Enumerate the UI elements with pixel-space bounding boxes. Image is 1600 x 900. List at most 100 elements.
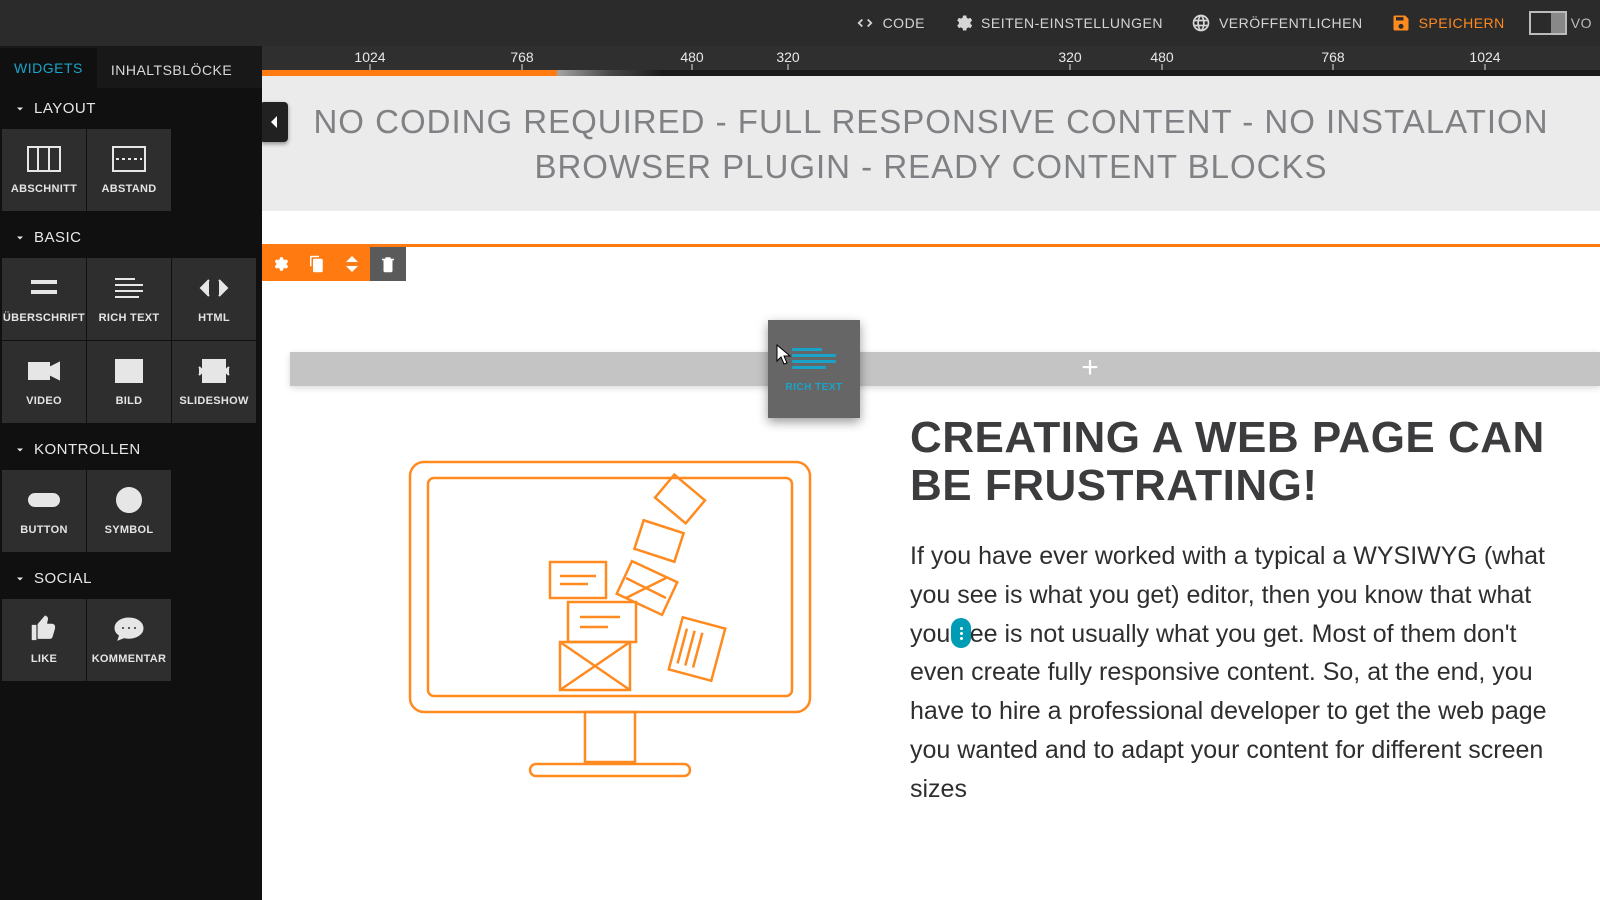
symbol-icon (112, 486, 146, 514)
selection-toolbar (262, 247, 406, 281)
chevron-down-icon (14, 573, 26, 585)
widget-comment[interactable]: KOMMENTAR (87, 599, 171, 681)
widget-section[interactable]: ABSCHNITT (2, 129, 86, 211)
widget-slideshow[interactable]: SLIDESHOW (172, 341, 256, 423)
chevron-down-icon (14, 232, 26, 244)
slideshow-icon (197, 357, 231, 385)
ruler-tick: 768 (1321, 49, 1344, 65)
ruler-tick: 320 (1058, 49, 1081, 65)
gear-icon (953, 13, 973, 33)
code-label: CODE (883, 15, 925, 31)
code-icon (855, 13, 875, 33)
copy-icon (307, 255, 325, 273)
ruler-tick: 1024 (354, 49, 385, 65)
drag-ghost-richtext: RICH TEXT (768, 320, 860, 418)
section-controls-header[interactable]: KONTROLLEN (0, 429, 262, 470)
widget-video[interactable]: VIDEO (2, 341, 86, 423)
section-layout-header[interactable]: LAYOUT (0, 88, 262, 129)
content-headline: CREATING A WEB PAGE CAN BE FRUSTRATING! (910, 414, 1552, 509)
hero-banner[interactable]: NO CODING REQUIRED - FULL RESPONSIVE CON… (262, 76, 1600, 211)
drag-ghost-label: RICH TEXT (785, 382, 842, 393)
delete-button[interactable] (370, 247, 406, 281)
trash-icon (379, 255, 397, 273)
hero-line-2: BROWSER PLUGIN - READY CONTENT BLOCKS (302, 145, 1560, 190)
publish-label: VERÖFFENTLICHEN (1219, 15, 1363, 31)
widget-heading[interactable]: ÜBERSCHRIFT (2, 258, 86, 340)
page-settings-button[interactable]: SEITEN-EINSTELLUNGEN (939, 0, 1177, 46)
publish-button[interactable]: VERÖFFENTLICHEN (1177, 0, 1377, 46)
save-label: SPEICHERN (1419, 15, 1505, 31)
image-icon (112, 357, 146, 385)
drop-zone[interactable]: + (290, 352, 1600, 386)
widget-label: ABSTAND (101, 183, 156, 195)
chevron-down-icon (14, 444, 26, 456)
section-layout-title: LAYOUT (34, 100, 96, 117)
column-resize-handle[interactable] (951, 618, 971, 648)
duplicate-button[interactable] (298, 247, 334, 281)
ruler-tick: 480 (680, 49, 703, 65)
canvas[interactable]: NO CODING REQUIRED - FULL RESPONSIVE CON… (262, 76, 1600, 900)
save-icon (1391, 13, 1411, 33)
widget-richtext[interactable]: RICH TEXT (87, 258, 171, 340)
content-row: CREATING A WEB PAGE CAN BE FRUSTRATING! … (290, 396, 1600, 808)
widget-spacer[interactable]: ABSTAND (87, 129, 171, 211)
section-social-title: SOCIAL (34, 570, 92, 587)
element-settings-button[interactable] (262, 247, 298, 281)
section-basic-header[interactable]: BASIC (0, 217, 262, 258)
chevron-left-icon (268, 114, 280, 130)
widget-label: SYMBOL (105, 524, 154, 536)
widget-label: VIDEO (26, 395, 62, 407)
video-icon (27, 357, 61, 385)
sidebar-tabs: WIDGETS INHALTSBLÖCKE (0, 46, 262, 88)
tab-content-blocks[interactable]: INHALTSBLÖCKE (97, 50, 246, 88)
collapse-sidebar-button[interactable] (262, 102, 288, 142)
button-icon (27, 486, 61, 514)
device-preview-toggle[interactable] (1529, 11, 1567, 35)
spacer-icon (112, 145, 146, 173)
widget-like[interactable]: LIKE (2, 599, 86, 681)
chevron-up-icon (346, 256, 358, 264)
ruler-tick: 480 (1150, 49, 1173, 65)
widget-label: KOMMENTAR (92, 653, 167, 665)
widget-label: RICH TEXT (99, 312, 160, 324)
topbar: CODE SEITEN-EINSTELLUNGEN VERÖFFENTLICHE… (0, 0, 1600, 46)
widget-label: HTML (198, 312, 230, 324)
content-paragraph: If you have ever worked with a typical a… (910, 537, 1552, 808)
columns-icon (27, 145, 61, 173)
richtext-icon (112, 274, 146, 302)
plus-icon: + (1075, 354, 1105, 384)
tab-widgets[interactable]: WIDGETS (0, 48, 97, 88)
section-social-header[interactable]: SOCIAL (0, 558, 262, 599)
comment-icon (112, 615, 146, 643)
save-button[interactable]: SPEICHERN (1377, 0, 1519, 46)
widget-button[interactable]: BUTTON (2, 470, 86, 552)
device-frame-icon (1529, 11, 1567, 35)
gear-icon (271, 255, 289, 273)
truncated-label: VO (1571, 15, 1592, 31)
globe-icon (1191, 13, 1211, 33)
selection-outline (262, 244, 1600, 247)
widget-html[interactable]: HTML (172, 258, 256, 340)
hero-line-1: NO CODING REQUIRED - FULL RESPONSIVE CON… (302, 100, 1560, 145)
widget-symbol[interactable]: SYMBOL (87, 470, 171, 552)
chevron-down-icon (346, 264, 358, 272)
code-button[interactable]: CODE (841, 0, 939, 46)
page-settings-label: SEITEN-EINSTELLUNGEN (981, 15, 1163, 31)
widget-label: LIKE (31, 653, 57, 665)
html-icon (197, 274, 231, 302)
heading-icon (27, 274, 61, 302)
widget-label: BILD (116, 395, 143, 407)
ruler-tick: 768 (510, 49, 533, 65)
section-basic-title: BASIC (34, 229, 82, 246)
reorder-button[interactable] (334, 247, 370, 281)
ruler-tick: 1024 (1469, 49, 1500, 65)
widget-image[interactable]: BILD (87, 341, 171, 423)
text-column[interactable]: CREATING A WEB PAGE CAN BE FRUSTRATING! … (910, 414, 1576, 808)
widget-sidebar: LAYOUT ABSCHNITT ABSTAND BASIC ÜBERSCHRI… (0, 88, 262, 900)
illustration-monitor (350, 414, 870, 808)
widget-label: SLIDESHOW (179, 395, 248, 407)
chevron-down-icon (14, 103, 26, 115)
widget-label: ÜBERSCHRIFT (3, 312, 85, 324)
section-controls-title: KONTROLLEN (34, 441, 141, 458)
widget-label: BUTTON (20, 524, 67, 536)
